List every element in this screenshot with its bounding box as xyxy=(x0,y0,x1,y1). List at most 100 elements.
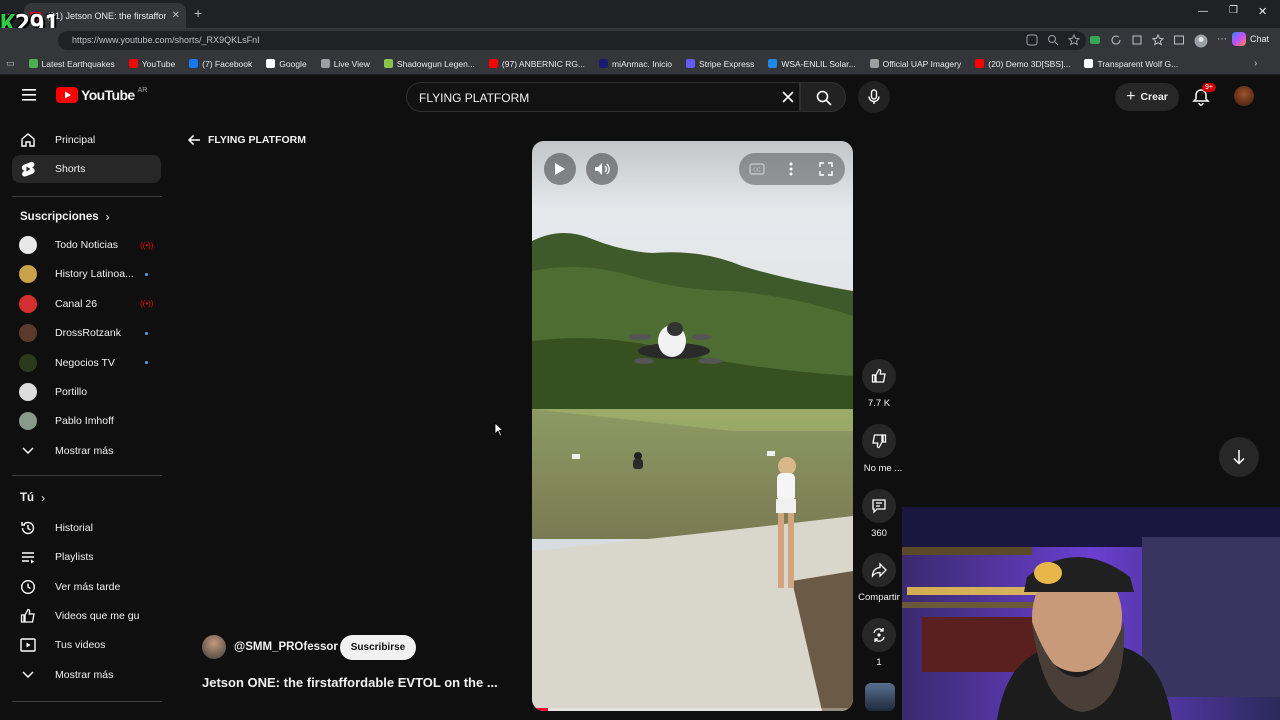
minimize-icon[interactable]: — xyxy=(1198,6,1208,17)
hamburger-menu-icon[interactable] xyxy=(22,89,36,101)
you-heading[interactable]: Tú › xyxy=(20,491,45,505)
chevron-down-icon xyxy=(22,447,34,455)
new-content-dot xyxy=(145,272,148,276)
extension-green-icon[interactable] xyxy=(1089,34,1101,46)
subscription-item[interactable]: Pablo Imhoff xyxy=(12,407,161,435)
share-button[interactable] xyxy=(862,553,896,587)
shorts-video-player[interactable] xyxy=(532,141,853,711)
sidebar-show-more-you[interactable]: Mostrar más xyxy=(12,661,161,689)
subscription-item[interactable]: Portillo xyxy=(12,378,161,406)
video-progress-track[interactable] xyxy=(532,708,853,711)
bookmark-item[interactable]: WSA-ENLIL Solar... xyxy=(768,59,856,69)
search-button[interactable] xyxy=(800,82,846,112)
subscription-item[interactable]: Todo Noticias ((•)) xyxy=(12,231,161,259)
fullscreen-icon[interactable] xyxy=(819,162,833,176)
subscriptions-heading[interactable]: Suscripciones › xyxy=(20,210,110,224)
search-input[interactable]: FLYING PLATFORM xyxy=(406,82,800,112)
voice-search-button[interactable] xyxy=(858,81,890,113)
bookmark-favicon-icon xyxy=(975,59,985,68)
captions-icon[interactable]: CC xyxy=(749,163,765,175)
bookmark-item[interactable]: (20) Demo 3D[SBS]... xyxy=(975,59,1070,69)
new-tab-icon[interactable]: + xyxy=(194,5,202,21)
comment-count: 360 xyxy=(871,528,887,539)
puzzle-icon[interactable] xyxy=(1131,34,1143,46)
channel-name[interactable]: @SMM_PROfessor xyxy=(234,641,338,653)
profile-avatar-icon[interactable] xyxy=(1194,34,1208,48)
bookmark-item[interactable]: Latest Earthquakes xyxy=(28,59,115,69)
chevron-right-icon: › xyxy=(105,210,110,224)
url-field[interactable]: https://www.youtube.com/shorts/_RX9QKLsF… xyxy=(58,31,1086,50)
video-title[interactable]: Jetson ONE: the firstaffordable EVTOL on… xyxy=(202,675,498,690)
sidebar-item-playlists[interactable]: Playlists xyxy=(12,543,161,571)
subscription-item[interactable]: Canal 26 ((•)) xyxy=(12,290,161,318)
bookmarks-overflow-icon[interactable]: › xyxy=(1254,58,1257,69)
bookmark-item[interactable]: Live View xyxy=(320,59,370,69)
webcam-image xyxy=(902,507,1280,720)
bookmark-item[interactable]: Google xyxy=(266,59,307,69)
live-icon: ((•)) xyxy=(140,299,154,309)
install-app-icon[interactable] xyxy=(1026,34,1038,46)
star-bookmark-icon[interactable] xyxy=(1068,34,1080,46)
channel-avatar xyxy=(19,383,37,401)
sound-thumbnail[interactable] xyxy=(865,683,895,711)
sidebar-item-historial[interactable]: Historial xyxy=(12,514,161,542)
comments-button[interactable] xyxy=(862,489,896,523)
bookmark-item[interactable]: (7) Facebook xyxy=(189,59,252,69)
subscription-item[interactable]: DrossRotzank xyxy=(12,319,161,347)
thumbs-up-icon xyxy=(20,608,35,623)
sidebar-item-shorts[interactable]: Shorts xyxy=(12,155,161,183)
volume-button[interactable] xyxy=(586,153,618,185)
bookmark-item[interactable]: (97) ANBERNIC RG... xyxy=(488,59,585,69)
channel-avatar[interactable] xyxy=(202,635,226,659)
bookmark-favicon-icon xyxy=(869,59,879,68)
thumbs-up-icon xyxy=(871,368,886,383)
search-value: FLYING PLATFORM xyxy=(419,91,530,105)
bookmark-item[interactable]: Transparent Wolf G... xyxy=(1084,59,1178,69)
share-icon xyxy=(871,562,887,578)
sidebar-show-more-subs[interactable]: Mostrar más xyxy=(12,437,161,465)
refresh-extension-icon[interactable] xyxy=(1110,34,1122,46)
dislike-button[interactable] xyxy=(862,424,896,458)
clear-search-icon[interactable] xyxy=(782,91,794,103)
bookmark-item[interactable]: Stripe Express xyxy=(686,59,754,69)
you-heading-label: Tú xyxy=(20,492,35,504)
subscribe-button[interactable]: Suscribirse xyxy=(340,635,416,660)
next-short-button[interactable] xyxy=(1219,437,1259,477)
bookmark-item[interactable]: miAnmac. Inicio xyxy=(599,59,672,69)
remix-button[interactable] xyxy=(862,618,896,652)
bookmark-label: Stripe Express xyxy=(699,58,755,69)
subscription-item[interactable]: Negocios TV xyxy=(12,349,161,377)
create-button[interactable]: + Crear xyxy=(1115,83,1179,111)
account-avatar[interactable] xyxy=(1234,86,1254,106)
like-button[interactable] xyxy=(862,359,896,393)
bookmarks-menu-icon[interactable]: ▭ xyxy=(6,58,15,69)
notifications-button[interactable]: 9+ xyxy=(1192,83,1216,106)
more-options-icon[interactable] xyxy=(789,162,793,176)
sidebar-item-watch-later[interactable]: Ver más tarde xyxy=(12,573,161,601)
subscription-item[interactable]: History Latinoa... xyxy=(12,260,161,288)
sidebar-item-liked-videos[interactable]: Videos que me gus... xyxy=(12,602,161,630)
back-to-search-link[interactable]: FLYING PLATFORM xyxy=(187,134,306,146)
collections-icon[interactable] xyxy=(1173,34,1185,46)
tab-close-icon[interactable]: ✕ xyxy=(172,10,180,21)
more-menu-icon[interactable]: ⋯ xyxy=(1217,34,1227,48)
region-code: AR xyxy=(137,86,148,94)
bookmark-item[interactable]: Shadowgun Legen... xyxy=(383,59,475,69)
copilot-chat-button[interactable]: Chat xyxy=(1232,32,1269,46)
bookmark-item[interactable]: Official UAP Imagery xyxy=(869,59,961,69)
sidebar: Principal Shorts Suscripciones › Todo No… xyxy=(0,125,172,720)
favorites-icon[interactable] xyxy=(1152,34,1164,46)
window-close-icon[interactable]: ✕ xyxy=(1258,5,1267,18)
youtube-logo[interactable]: YouTube AR xyxy=(56,87,147,103)
play-button[interactable] xyxy=(544,153,576,185)
subscription-label: History Latinoa... xyxy=(55,268,134,281)
bookmark-item[interactable]: YouTube xyxy=(128,59,175,69)
sidebar-item-your-videos[interactable]: Tus videos xyxy=(12,631,161,659)
sidebar-item-principal[interactable]: Principal xyxy=(12,126,161,154)
channel-avatar xyxy=(19,324,37,343)
new-content-dot xyxy=(145,331,148,335)
restore-icon[interactable]: ❐ xyxy=(1229,5,1238,16)
home-icon xyxy=(21,133,35,147)
like-count: 7.7 K xyxy=(867,398,891,409)
zoom-icon[interactable] xyxy=(1047,34,1059,46)
